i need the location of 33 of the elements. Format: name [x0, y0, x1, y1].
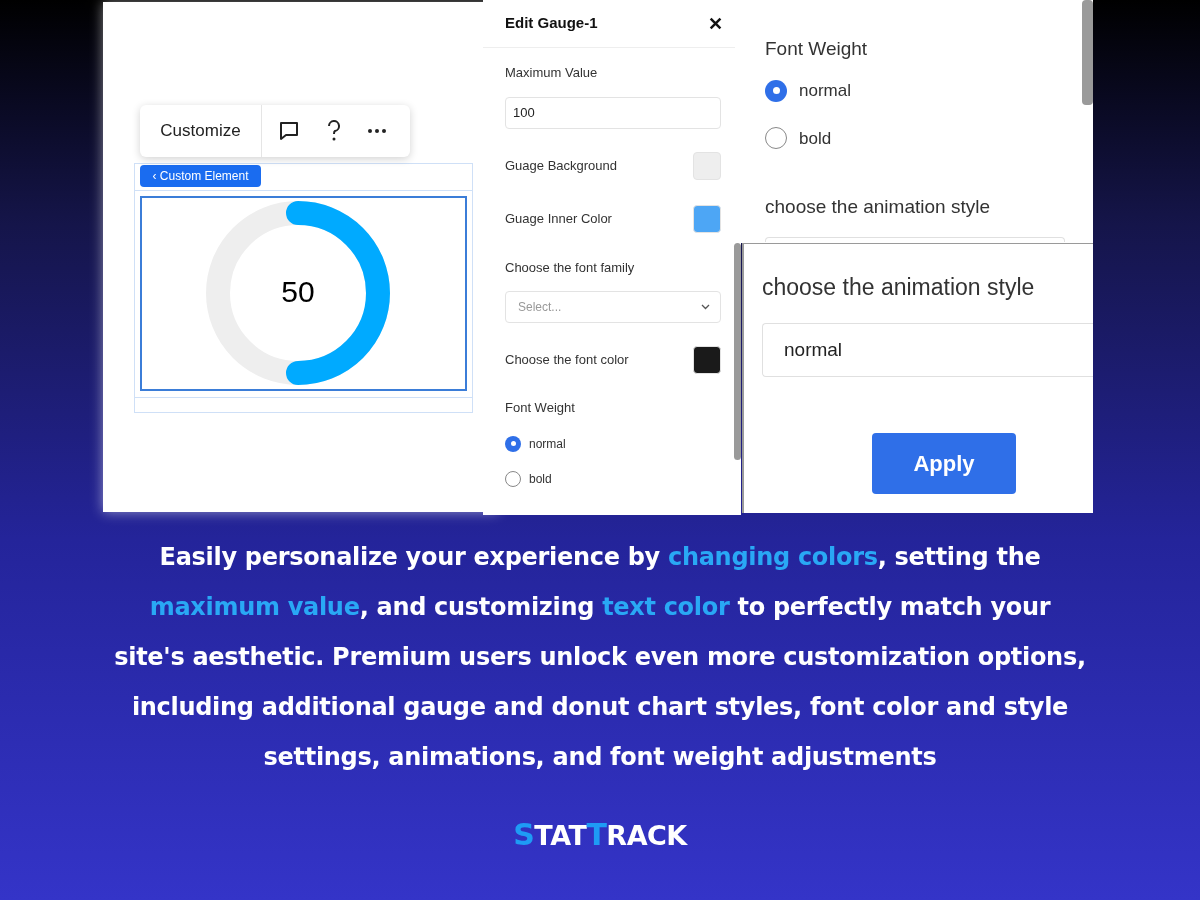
color-swatch[interactable] — [693, 152, 721, 180]
field-label: Choose the font color — [505, 350, 629, 369]
color-swatch[interactable] — [693, 205, 721, 233]
brand-logo: STATTRACK — [512, 816, 689, 854]
caption-text: Easily personalize your experience by changing colors, setting the maximum value, and customizing text color to perfectly match your site's aesthetic. Premium users unlock even more customization options, including additional gauge and donut chart styles, font color and style settings, animations, and font weight adjustments — [113, 542, 1087, 773]
radio-button[interactable] — [505, 470, 521, 487]
field-label: choose the animation style — [765, 195, 990, 219]
select-field[interactable] — [765, 237, 1065, 242]
radio-label: normal — [529, 435, 566, 453]
customize-button[interactable]: Customize — [140, 105, 262, 157]
close-button[interactable]: ✕ — [708, 14, 723, 33]
comment-icon[interactable] — [279, 121, 299, 141]
field-label: choose the animation style — [762, 273, 1035, 302]
input-field[interactable]: 100 — [505, 96, 721, 129]
radio-button[interactable] — [505, 435, 521, 452]
field-label: Font Weight — [765, 37, 868, 61]
apply-button[interactable]: Apply — [872, 433, 1016, 494]
field-label: Guage Background — [505, 157, 618, 176]
field-label: Maximum Value — [505, 64, 599, 82]
field-label: Font Weight — [505, 399, 576, 417]
field-label: Guage Inner Color — [505, 210, 612, 229]
radio-label: bold — [799, 127, 832, 150]
gauge-value: 50 — [280, 274, 316, 310]
help-icon[interactable] — [327, 120, 341, 142]
radio-label: bold — [529, 470, 552, 488]
more-icon[interactable] — [367, 128, 387, 134]
select-field[interactable]: normal — [762, 323, 1093, 377]
radio-label: normal — [799, 80, 851, 102]
custom-element-tag[interactable]: ‹ Custom Element — [140, 165, 261, 187]
color-swatch[interactable] — [693, 345, 721, 374]
field-label: Choose the font family — [505, 258, 636, 277]
chevron-down-icon — [701, 304, 710, 310]
panel-title: Edit Gauge-1 — [505, 13, 598, 34]
